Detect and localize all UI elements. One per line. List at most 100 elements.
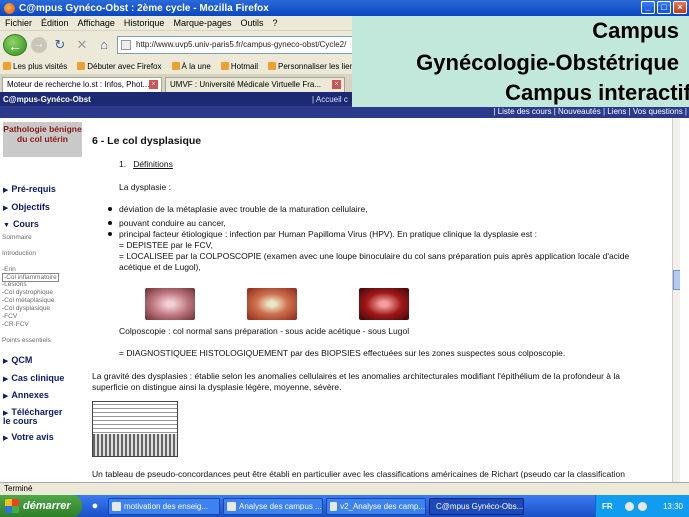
firefox-window: C@mpus Gynéco-Obst : 2ème cycle - Mozill… — [0, 0, 689, 517]
lesson-content: 6 - Le col dysplasique 1. Définitions La… — [92, 118, 678, 482]
menu-historique[interactable]: Historique — [124, 18, 165, 28]
start-button[interactable]: démarrer — [0, 495, 82, 517]
close-tab-icon[interactable]: × — [149, 80, 158, 89]
sidebar-sub-sommaire[interactable]: Sommaire — [2, 234, 32, 241]
bullet-dot — [108, 221, 112, 225]
accueil-link[interactable]: | Accueil c — [312, 95, 348, 104]
course-sidebar: Pathologie bénigne du col utérin ▶ Pré-re… — [0, 118, 86, 482]
taskbar-item-active[interactable]: C@mpus Gynéco-Obs... — [429, 497, 524, 515]
bullet-subtext: = DEPISTEE par le FCV, — [119, 240, 213, 250]
bookmark-item[interactable]: Les plus visités — [3, 62, 67, 71]
sidebar-sub-col-metaplasique[interactable]: -Col métaplasique — [2, 297, 54, 304]
bookmark-icon — [3, 62, 11, 70]
bottom-text: Un tableau de pseudo-concordances peut ê… — [92, 469, 625, 479]
scrollbar[interactable] — [672, 118, 680, 482]
language-indicator[interactable]: FR — [602, 502, 613, 511]
maximize-button[interactable]: □ — [657, 1, 671, 14]
sidebar-sub-col-dystrophique[interactable]: -Col dystrophique — [2, 289, 53, 296]
bullet-text: déviation de la métaplasie avec trouble … — [119, 204, 368, 214]
sidebar-item-telecharger-line2[interactable]: le cours — [3, 416, 38, 426]
sidebar-sub-cr-fcv[interactable]: -CR-FCV — [2, 321, 29, 328]
sidebar-sub-fcv[interactable]: -FCV — [2, 313, 17, 320]
overlay-line-2: Gynécologie-Obstétrique — [416, 50, 679, 75]
menu-fichier[interactable]: Fichier — [5, 18, 32, 28]
scrollbar-thumb[interactable] — [673, 270, 680, 290]
bookmark-icon — [220, 62, 229, 70]
menu-edition[interactable]: Édition — [41, 18, 69, 28]
close-button[interactable]: × — [673, 1, 687, 14]
menu-help[interactable]: ? — [273, 18, 278, 28]
bullet-dot — [108, 232, 112, 236]
sidebar-item-annexes[interactable]: ▶ Annexes — [3, 390, 49, 400]
title-bar: C@mpus Gynéco-Obst : 2ème cycle - Mozill… — [0, 0, 689, 16]
word-icon — [330, 501, 338, 511]
arrow-right-icon: ▶ — [3, 358, 9, 365]
colposcopy-image-normal[interactable] — [145, 288, 195, 320]
sidebar-item-cas-clinique[interactable]: ▶ Cas clinique — [3, 373, 64, 383]
minimize-button[interactable]: _ — [641, 1, 655, 14]
gravity-text: superficie on distingue ainsi la dysplas… — [92, 382, 342, 392]
menu-affichage[interactable]: Affichage — [78, 18, 115, 28]
arrow-right-icon: ▶ — [3, 376, 9, 383]
sidebar-item-objectifs[interactable]: ▶ Objectifs — [3, 202, 50, 212]
quicklaunch-firefox-icon[interactable]: ● — [85, 498, 105, 514]
arrow-right-icon: ▶ — [3, 205, 9, 212]
colposcopy-image-lugol[interactable] — [359, 288, 409, 320]
campus-overlay: Campus Gynécologie-Obstétrique Campus in… — [352, 16, 689, 107]
bookmark-item[interactable]: Hotmail — [220, 62, 258, 71]
colposcopy-images — [145, 288, 415, 320]
bookmark-icon — [268, 62, 276, 70]
tab-umvf[interactable]: UMVF : Université Médicale Virtuelle Fra… — [165, 77, 345, 92]
taskbar-item[interactable]: motivation des enseig... — [108, 497, 220, 515]
bullet-text: principal facteur étiologique : infectio… — [119, 229, 537, 239]
sidebar-sub-col-dysplasique[interactable]: -Col dysplasique — [2, 305, 50, 312]
sidebar-item-prerequis[interactable]: ▶ Pré-requis — [3, 184, 56, 194]
url-input[interactable]: http://www.uvp5.univ-paris5.fr/campus-gy… — [117, 35, 377, 54]
bullet-dot — [108, 207, 112, 211]
firefox-icon — [4, 2, 15, 14]
sidebar-sub-points-essentiels[interactable]: Points essentiels — [2, 337, 51, 344]
site-favicon-icon — [121, 39, 131, 50]
menu-outils[interactable]: Outils — [241, 18, 264, 28]
sidebar-item-cours[interactable]: ▼ Cours — [3, 219, 39, 229]
word-icon — [112, 501, 121, 511]
sidebar-item-votre-avis[interactable]: ▶ Votre avis — [3, 432, 54, 442]
histology-image — [93, 434, 177, 456]
system-tray: FR 13:30 — [595, 495, 689, 517]
bookmark-item[interactable]: Débuter avec Firefox — [77, 62, 162, 71]
sidebar-item-qcm[interactable]: ▶ QCM — [3, 355, 32, 365]
home-icon[interactable]: ⌂ — [95, 36, 113, 54]
sidebar-sub-introduction[interactable]: Introduction — [2, 250, 36, 257]
windows-logo-icon — [5, 499, 19, 513]
window-title: C@mpus Gynéco-Obst : 2ème cycle - Mozill… — [19, 2, 269, 14]
tray-icon[interactable] — [637, 501, 647, 511]
tab-lost[interactable]: Moteur de recherche lo.st : Infos, Phot.… — [2, 77, 162, 92]
arrow-right-icon: ▶ — [3, 187, 9, 194]
site-nav-links[interactable]: | Liste des cours | Nouveautés | Liens |… — [493, 107, 687, 116]
bullet-subtext: = LOCALISEE par la COLPOSCOPIE (examen a… — [119, 251, 630, 261]
intro-text: La dysplasie : — [119, 182, 171, 192]
bullet-subtext: acétique et de Lugol), — [119, 262, 201, 272]
reload-icon[interactable]: ↻ — [51, 36, 69, 54]
sidebar-sub-lesions[interactable]: -Lésions — [2, 281, 27, 288]
close-tab-icon[interactable]: × — [332, 80, 341, 89]
bookmark-item[interactable]: À la une — [171, 62, 211, 71]
bookmark-item[interactable]: Personnaliser les liens — [268, 62, 358, 71]
site-brand: C@mpus-Gynéco-Obst — [3, 94, 91, 104]
taskbar-item[interactable]: Analyse des campus ... — [223, 497, 323, 515]
taskbar-item[interactable]: v2_Analyse des camp... — [326, 497, 426, 515]
stop-icon[interactable]: ✕ — [73, 36, 91, 54]
colposcopy-image-acetic[interactable] — [247, 288, 297, 320]
sidebar-sub-erin[interactable]: -Erin — [2, 266, 16, 273]
classification-table-image[interactable] — [92, 401, 178, 457]
back-button[interactable]: ← — [3, 33, 27, 56]
windows-taskbar: démarrer ● motivation des enseig... Anal… — [0, 495, 689, 517]
menu-marque-pages[interactable]: Marque-pages — [173, 18, 231, 28]
tray-icon[interactable] — [624, 501, 634, 511]
image-caption: Colposcopie : col normal sans préparatio… — [119, 326, 410, 336]
course-title-box: Pathologie bénigne du col utérin — [3, 122, 82, 157]
arrow-down-icon: ▼ — [3, 222, 10, 229]
forward-button[interactable]: → — [31, 36, 47, 53]
rss-icon — [171, 62, 180, 70]
status-bar: Terminé — [0, 482, 689, 495]
